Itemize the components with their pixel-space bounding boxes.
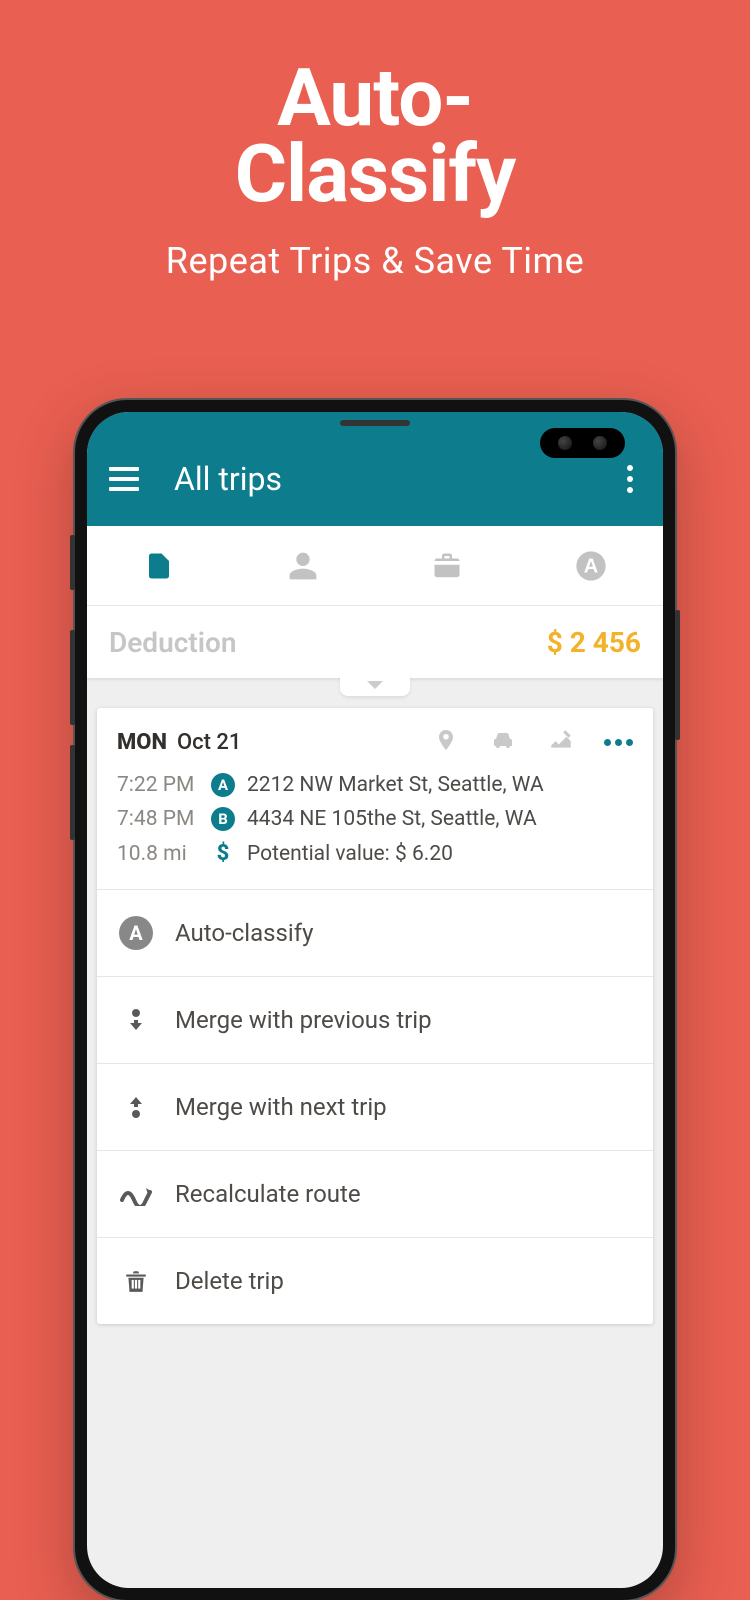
trip-weekday: MON: [117, 730, 167, 755]
phone-speaker: [340, 420, 410, 426]
promo-subtitle: Repeat Trips & Save Time: [0, 240, 750, 282]
more-icon[interactable]: [604, 739, 633, 746]
delete-trip-button[interactable]: Delete trip: [97, 1237, 653, 1324]
trip-card: MON Oct 21: [97, 708, 653, 1324]
trip-potential-value: Potential value: $ 6.20: [247, 842, 453, 866]
phone-camera: [540, 428, 625, 458]
tab-personal-icon[interactable]: [283, 546, 323, 586]
trip-start-row: 7:22 PM A 2212 NW Market St, Seattle, WA: [117, 768, 633, 802]
deduction-label: Deduction: [109, 626, 236, 659]
location-pin-icon[interactable]: [434, 726, 458, 758]
merge-previous-label: Merge with previous trip: [175, 1006, 432, 1034]
trip-end-address: 4434 NE 105the St, Seattle, WA: [247, 807, 537, 831]
overflow-menu-icon[interactable]: [619, 457, 641, 501]
expand-handle-icon[interactable]: [340, 674, 410, 696]
recalculate-route-label: Recalculate route: [175, 1180, 361, 1208]
deduction-summary: Deduction $ 2 456: [87, 606, 663, 678]
trip-distance: 10.8 mi: [117, 842, 199, 866]
promo-title: Auto- Classify: [0, 0, 750, 212]
merge-previous-button[interactable]: Merge with previous trip: [97, 976, 653, 1063]
route-icon: [119, 1177, 153, 1211]
trash-icon: [119, 1264, 153, 1298]
merge-next-button[interactable]: Merge with next trip: [97, 1063, 653, 1150]
dollar-icon: $: [211, 841, 235, 866]
trip-end-time: 7:48 PM: [117, 807, 199, 831]
merge-next-label: Merge with next trip: [175, 1093, 387, 1121]
trip-start-time: 7:22 PM: [117, 773, 199, 797]
auto-classify-icon: A: [119, 916, 153, 950]
phone-frame: All trips A Deduction $ 2 456: [75, 400, 675, 1600]
tab-business-icon[interactable]: [427, 546, 467, 586]
marker-a-icon: A: [211, 773, 235, 797]
signature-icon[interactable]: [548, 727, 574, 757]
merge-up-icon: [119, 1090, 153, 1124]
car-icon[interactable]: [488, 728, 518, 756]
trip-start-address: 2212 NW Market St, Seattle, WA: [247, 773, 544, 797]
menu-icon[interactable]: [109, 467, 139, 491]
trip-date: Oct 21: [177, 730, 241, 755]
tab-bar: A: [87, 526, 663, 606]
tab-auto-icon[interactable]: A: [571, 546, 611, 586]
recalculate-route-button[interactable]: Recalculate route: [97, 1150, 653, 1237]
auto-classify-button[interactable]: A Auto-classify: [97, 889, 653, 976]
trip-end-row: 7:48 PM B 4434 NE 105the St, Seattle, WA: [117, 802, 633, 836]
tab-all-icon[interactable]: [139, 546, 179, 586]
marker-b-icon: B: [211, 807, 235, 831]
page-title: All trips: [174, 460, 619, 498]
svg-text:A: A: [584, 555, 598, 577]
trip-value-row: 10.8 mi $ Potential value: $ 6.20: [117, 836, 633, 871]
merge-down-icon: [119, 1003, 153, 1037]
auto-classify-label: Auto-classify: [175, 919, 313, 947]
deduction-amount: $ 2 456: [547, 626, 641, 659]
delete-trip-label: Delete trip: [175, 1267, 284, 1295]
